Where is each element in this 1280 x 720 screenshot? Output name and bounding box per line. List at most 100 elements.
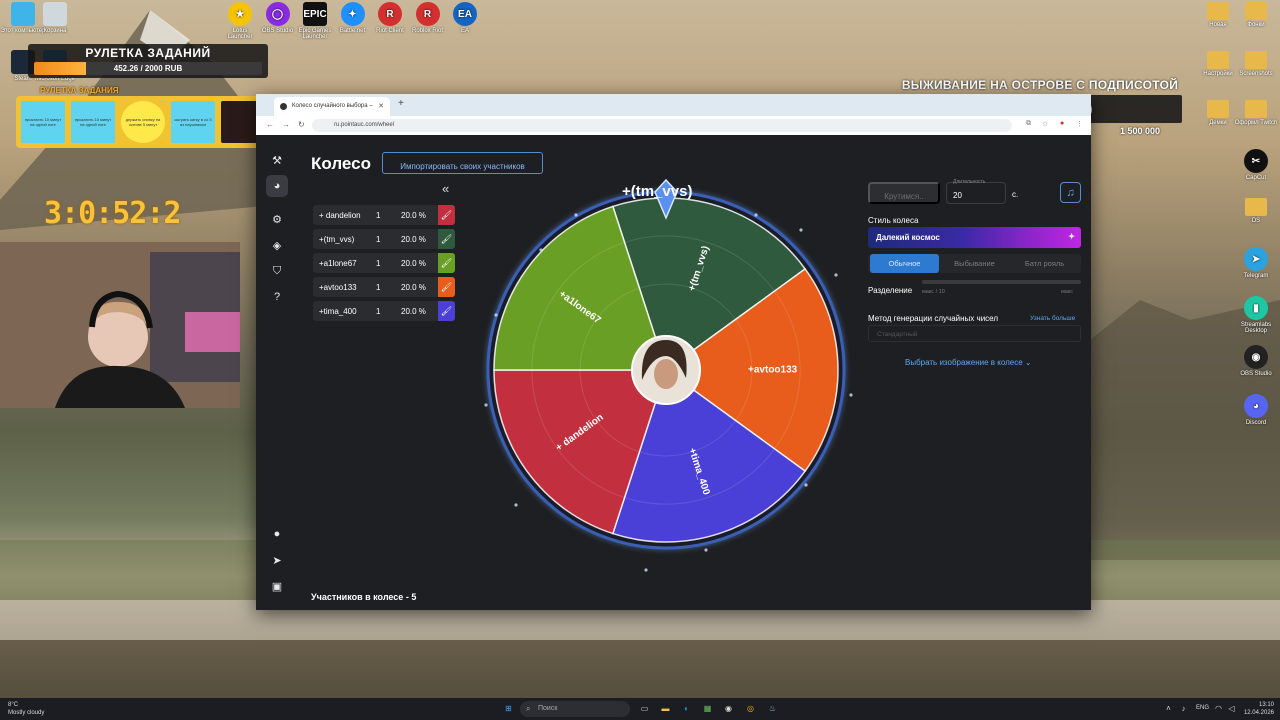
choose-wheel-image-link[interactable]: Выбрать изображение в колесе ⌄ (905, 358, 1032, 367)
split-slider[interactable] (922, 280, 1081, 284)
clock-date: 12.04.2026 (1243, 710, 1274, 716)
mic-icon[interactable]: ♪ (1177, 702, 1190, 715)
folder-icon (1245, 198, 1267, 216)
desktop-icon[interactable]: ➤ Telegram (1234, 247, 1278, 279)
mode-elimination[interactable]: Выбывание (940, 254, 1009, 273)
volume-icon[interactable]: ◁ (1225, 702, 1238, 715)
auction-hammer-icon[interactable]: ⚒ (266, 149, 288, 171)
back-icon[interactable]: ← (266, 120, 274, 129)
star-icon (804, 483, 808, 487)
rng-method-select[interactable]: Стандартный (868, 325, 1081, 342)
desktop-icon-label: OBS Studio (1240, 371, 1272, 377)
address-bar[interactable]: ru.pointauc.com/wheel (312, 119, 1012, 132)
settings-icon[interactable]: ⚙ (266, 208, 288, 230)
system-clock[interactable]: 13:10 12.04.2026 (1240, 701, 1274, 717)
desktop-icon[interactable]: DS (1234, 198, 1278, 224)
desktop-icon[interactable]: ◯ OBS Studio (258, 2, 298, 34)
steam-icon[interactable]: ♨ (766, 702, 779, 715)
extension-icon[interactable]: ⧉ (1026, 120, 1031, 128)
desktop-icon[interactable]: Корзина (32, 2, 78, 34)
participant-row[interactable]: +avtoo133 1 20.0 % 🖌 (313, 277, 455, 297)
layers-icon[interactable]: ◈ (266, 234, 288, 256)
reload-icon[interactable]: ↻ (298, 120, 305, 129)
color-brush-icon[interactable]: 🖌 (438, 229, 455, 249)
participant-row[interactable]: + dandelion 1 20.0 % 🖌 (313, 205, 455, 225)
language-indicator[interactable]: ENG (1196, 705, 1209, 711)
duration-label: Длительность (953, 179, 986, 185)
music-icon[interactable]: ♫ (1060, 182, 1081, 203)
obs-icon[interactable]: ◉ (722, 702, 735, 715)
spin-button[interactable]: Крутимся.. (868, 182, 940, 204)
search-placeholder: Поиск (538, 705, 558, 712)
taskbar-search[interactable]: ⌕ Поиск (520, 701, 630, 717)
import-participants-button[interactable]: Импортировать своих участников (382, 152, 543, 174)
color-brush-icon[interactable]: 🖌 (438, 253, 455, 273)
explorer-icon[interactable]: ▬ (659, 702, 672, 715)
desktop-icon[interactable]: R Roblox Riot (408, 2, 448, 34)
desktop-icon[interactable]: ✦ Battle.net (333, 2, 373, 34)
participant-row[interactable]: +tima_400 1 20.0 % 🖌 (313, 301, 455, 321)
chrome-icon[interactable]: ◎ (744, 702, 757, 715)
tray-chevron-icon[interactable]: ˄ (1162, 702, 1175, 715)
wheel-style-select[interactable]: Далекий космос ✦ (868, 227, 1081, 248)
star-icon (754, 213, 758, 217)
url-text: ru.pointauc.com/wheel (334, 122, 395, 128)
browser-tab[interactable]: Колесо случайного выбора – ✕ (274, 97, 390, 116)
close-tab-icon[interactable]: ✕ (378, 102, 384, 110)
color-brush-icon[interactable]: 🖌 (438, 301, 455, 321)
store-icon[interactable]: ▦ (701, 702, 714, 715)
folder-icon (1245, 100, 1267, 118)
telegram-icon[interactable]: ➤ (266, 549, 288, 571)
edge-icon[interactable]: ◐ (680, 702, 693, 715)
menu-icon[interactable]: ⋮ (1076, 120, 1083, 128)
profile-icon[interactable]: ● (1060, 120, 1064, 127)
color-brush-icon[interactable]: 🖌 (438, 205, 455, 225)
desktop-icon-label: Lotus Launcher (227, 28, 253, 40)
task-roulette-goal: РУЛЕТКА ЗАДАНИЙ 452.26 / 2000 RUB (28, 44, 268, 78)
app-sidebar: ⚒ ◕ ⚙ ◈ ⛉ ? ● ➤ ▣ (262, 135, 292, 610)
desktop-icon[interactable]: ▮ Streamlabs Desktop (1234, 296, 1278, 334)
wifi-icon[interactable]: ◠ (1212, 702, 1225, 715)
desktop-icon[interactable]: EPIC Epic Games Launcher (295, 2, 335, 40)
participant-percent: 20.0 % (401, 307, 426, 316)
new-tab-button[interactable]: + (398, 98, 404, 109)
task-card: прокатить 10 минут на одной ноге (21, 101, 65, 143)
color-brush-icon[interactable]: 🖌 (438, 277, 455, 297)
shield-icon[interactable]: ⛉ (266, 260, 288, 282)
task-view-icon[interactable]: ▭ (638, 702, 651, 715)
github-icon[interactable]: ● (266, 523, 288, 545)
desktop-icon[interactable]: ◉ OBS Studio (1234, 345, 1278, 377)
collapse-list-icon[interactable]: « (442, 181, 449, 196)
learn-more-link[interactable]: Узнать больше (1030, 315, 1075, 322)
participant-percent: 20.0 % (401, 259, 426, 268)
help-icon[interactable]: ? (266, 286, 288, 308)
survival-goal-target: 1 500 000 (1120, 126, 1161, 136)
desktop-icon[interactable]: EA EA (445, 2, 485, 34)
split-slider-min: макс / 10 (922, 289, 945, 295)
desktop-icon[interactable]: ✂ CapCut (1234, 149, 1278, 181)
start-icon[interactable]: ⊞ (502, 702, 515, 715)
desktop-icon[interactable]: R Riot Client (370, 2, 410, 34)
donate-icon[interactable]: ▣ (266, 575, 288, 597)
wheel-graphic[interactable]: +(tm_vvs)+avtoo133+tima_400+ dandelion+a… (456, 175, 876, 595)
duration-input[interactable]: 20 (946, 182, 1006, 204)
desktop-icon[interactable]: ★ Lotus Launcher (220, 2, 260, 40)
desktop-icon[interactable]: Оформл Twitch (1234, 100, 1278, 126)
app-icon: ★ (228, 2, 252, 26)
forward-icon[interactable]: → (282, 120, 290, 129)
app-icon: ✦ (340, 2, 365, 26)
weather-widget[interactable]: 8°C Mostly cloudy (8, 701, 44, 717)
browser-toolbar: ← → ↻ ru.pointauc.com/wheel ⧉ ☆ ● ⋮ (256, 116, 1091, 135)
desktop-icon[interactable]: ◕ Discord (1234, 394, 1278, 426)
browser-tab-strip: Колесо случайного выбора – ✕ + (256, 94, 1091, 116)
mode-battle-royale[interactable]: Батл рояль (1010, 254, 1079, 273)
participant-row[interactable]: +(tm_vvs) 1 20.0 % 🖌 (313, 229, 455, 249)
desktop-icon-label: Battle.net (339, 28, 366, 34)
wheel-nav-icon[interactable]: ◕ (266, 175, 288, 197)
bookmark-icon[interactable]: ☆ (1042, 120, 1048, 128)
desktop-icon[interactable]: Screenshots (1234, 51, 1278, 77)
mode-normal[interactable]: Обычное (870, 254, 939, 273)
participant-row[interactable]: +a1lone67 1 20.0 % 🖌 (313, 253, 455, 273)
desktop-icon[interactable]: Фонки (1234, 2, 1278, 28)
app-icon: EPIC (303, 2, 327, 26)
